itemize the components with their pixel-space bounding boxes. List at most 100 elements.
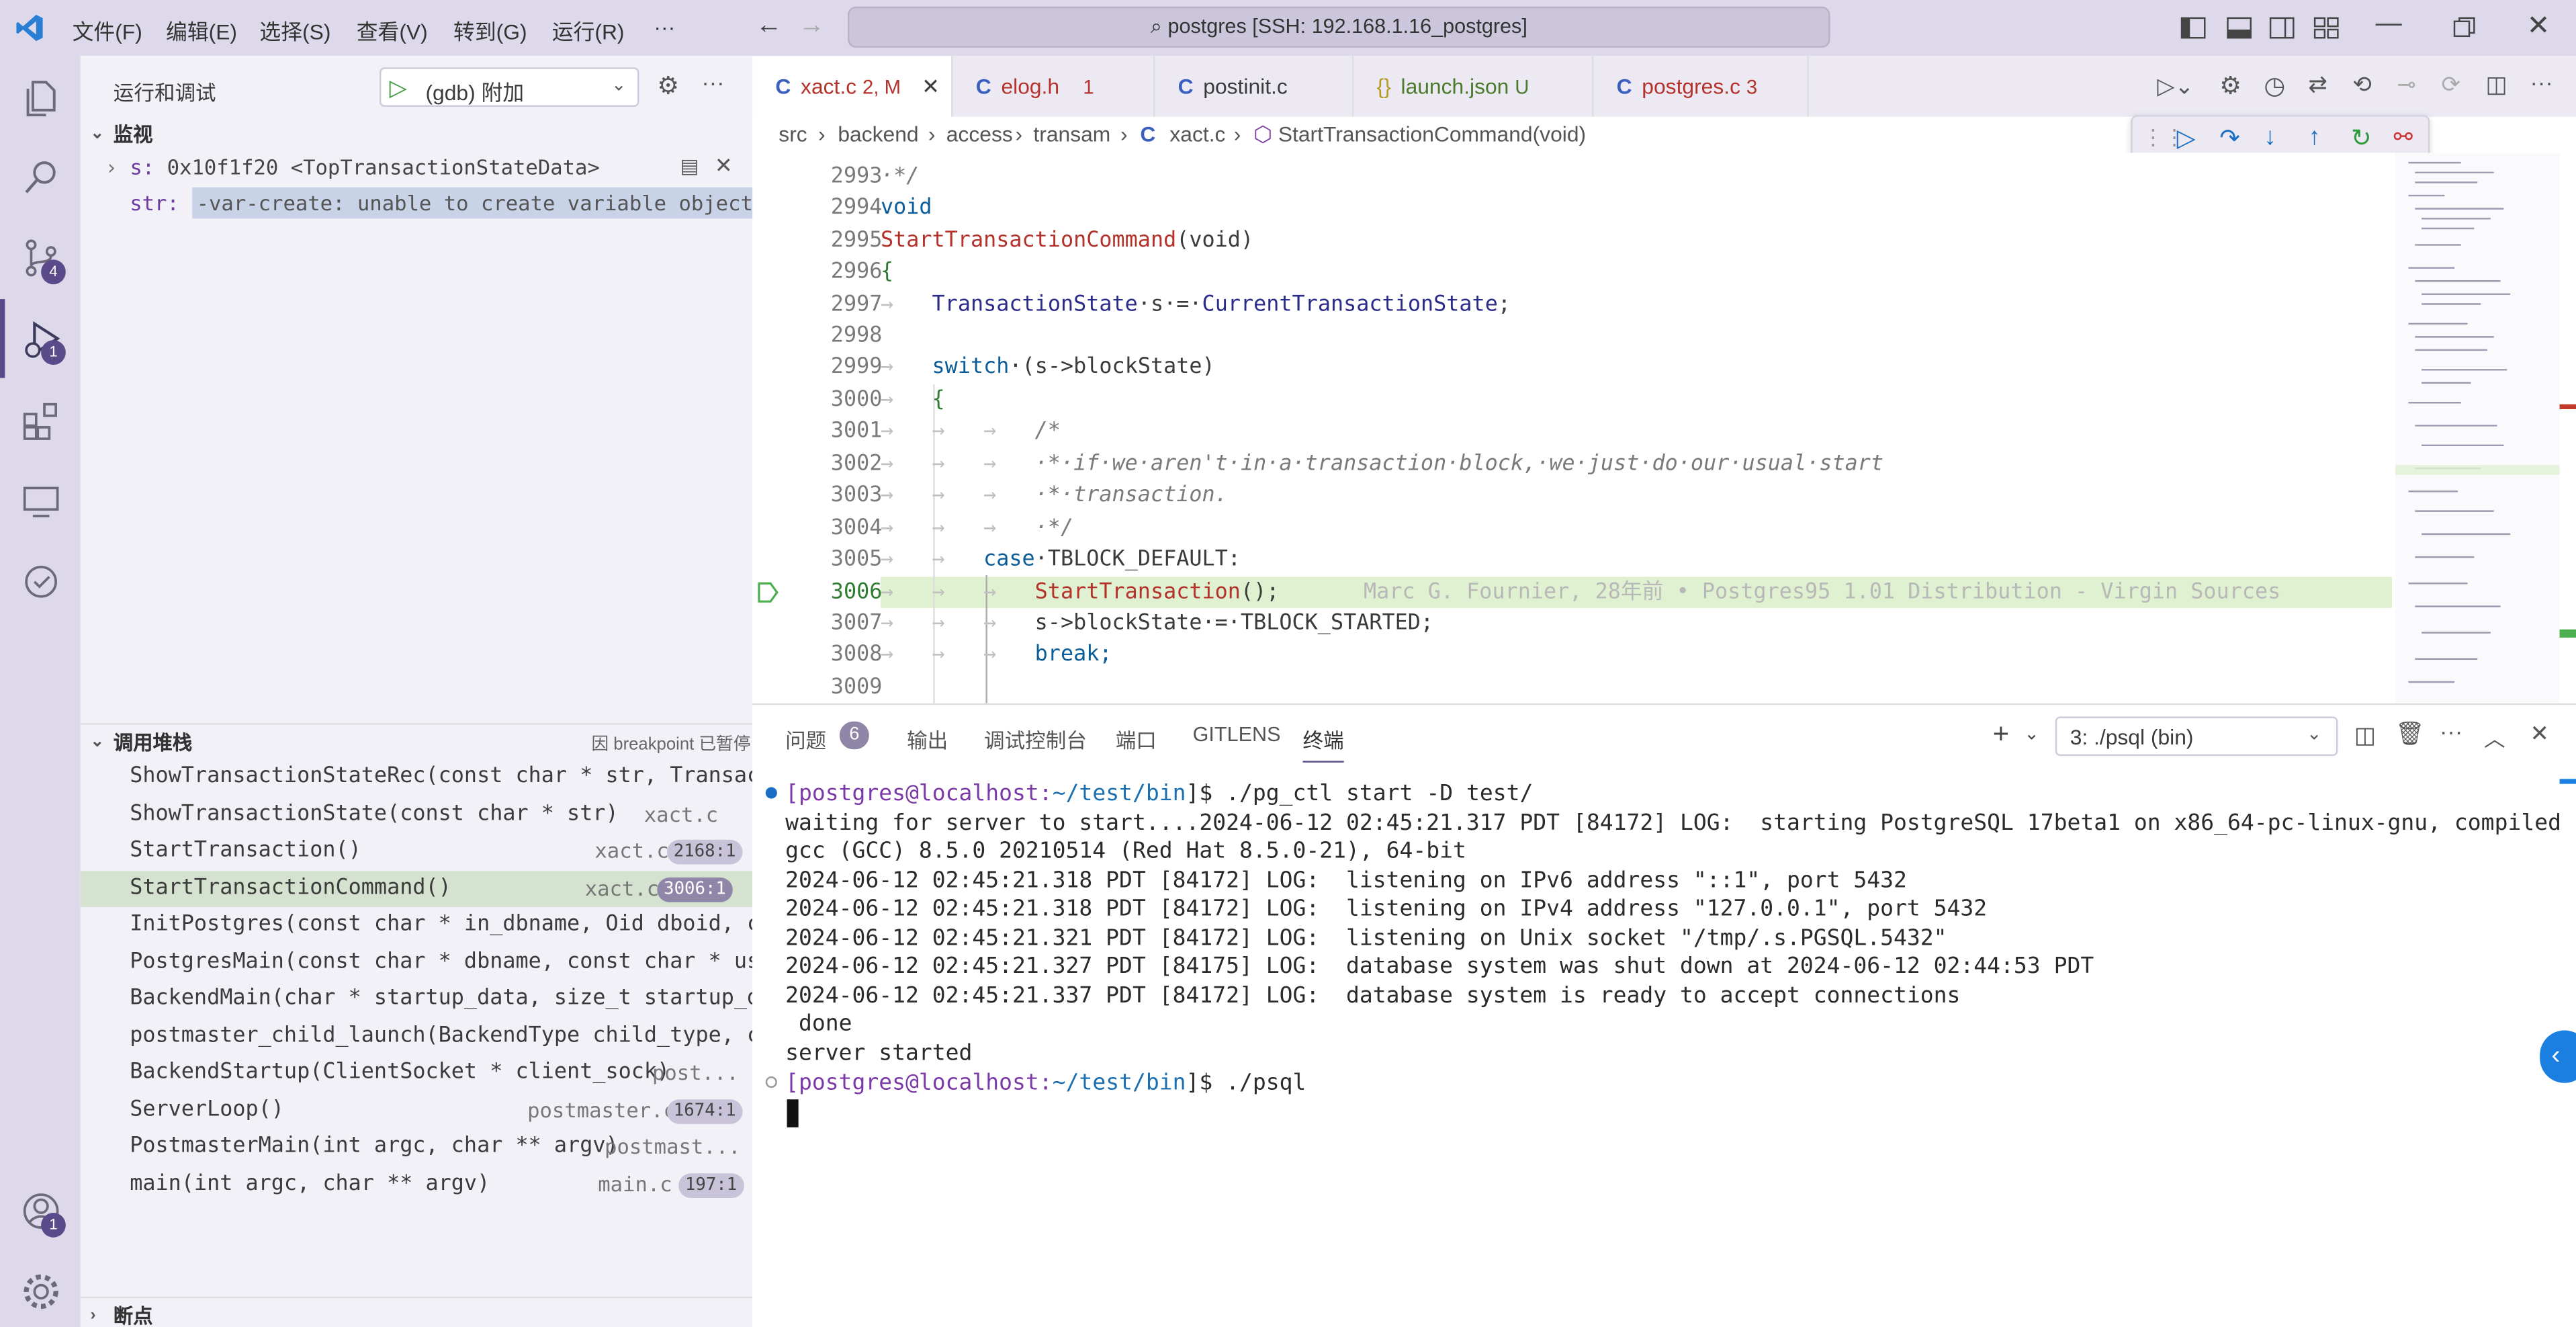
toggle-secondary-sidebar-icon[interactable] [2269, 15, 2295, 41]
trash-icon[interactable]: 🗑 [2395, 720, 2424, 748]
breadcrumb-file[interactable]: xact.c [1169, 117, 1225, 153]
tab-xact-c[interactable]: Cxact.c 2, M ✕ [752, 56, 953, 117]
tab-ports[interactable]: 端口 [1116, 723, 1157, 754]
tab-elog-h[interactable]: Celog.h 1 [953, 56, 1155, 117]
sidebar-header: 运行和调试 [113, 82, 216, 105]
stack-frame-selected[interactable]: StartTransactionCommand() xact.c 3006:1 [80, 871, 753, 908]
more-actions-icon[interactable]: ··· [701, 69, 724, 95]
tab-problems[interactable]: 问题 [785, 723, 826, 754]
stack-frame[interactable]: StartTransaction() xact.c 2168:1 [81, 833, 752, 869]
terminal-line: waiting for server to start....2024-06-1… [785, 810, 2576, 837]
toggle-panel-icon[interactable] [2226, 15, 2252, 41]
more-actions-icon[interactable]: ··· [2530, 69, 2553, 95]
breadcrumb-symbol[interactable]: StartTransactionCommand(void) [1278, 117, 1586, 153]
stack-frame[interactable]: InitPostgres(const char * in_dbname, Oid… [81, 907, 752, 943]
start-debug-icon[interactable]: ▷ [390, 74, 407, 102]
testing-icon[interactable] [19, 560, 62, 603]
chevron-down-icon[interactable]: ⌄ [2024, 723, 2039, 744]
menu-view[interactable]: 查看(V) [357, 15, 428, 46]
settings-gear-icon[interactable] [19, 1271, 62, 1314]
menu-file[interactable]: 文件(F) [73, 15, 142, 46]
terminal-line: [postgres@localhost:~/test/bin]$ ./psql [785, 1070, 1306, 1097]
stack-frame[interactable]: PostmasterMain(int argc, char ** argv) po… [81, 1129, 752, 1165]
search-view-icon[interactable] [19, 156, 62, 199]
stack-frame[interactable]: main(int argc, char ** argv) main.c 197:1 [81, 1167, 752, 1203]
stack-frame[interactable]: ServerLoop() postmaster.c 1674:1 [81, 1093, 752, 1129]
split-editor-icon[interactable]: ◫ [2485, 71, 2507, 99]
forward-arrow-icon[interactable]: → [799, 11, 825, 41]
watch-section-header[interactable]: ⌄ 监视 [81, 117, 752, 153]
tab-launch-json[interactable]: {} launch.json U [1353, 56, 1594, 117]
tab-postinit-c[interactable]: Cpostinit.c [1155, 56, 1354, 117]
frame-file: xact.c [594, 838, 669, 863]
extensions-icon[interactable] [19, 399, 62, 442]
next-change-icon[interactable]: ⟳ [2441, 71, 2460, 99]
stack-frame[interactable]: ShowTransactionStateRec(const char * str… [81, 759, 752, 796]
tab-debug-console[interactable]: 调试控制台 [984, 723, 1087, 754]
compare-icon[interactable]: ⇄ [2308, 71, 2327, 99]
terminal-select[interactable]: 3: ./psql (bin) ⌄ [2055, 716, 2338, 757]
command-center-search[interactable]: ⌕ postgres [SSH: 192.168.1.16_postgres] [848, 6, 1830, 48]
breadcrumb-transam[interactable]: transam [1033, 117, 1110, 153]
menu-run[interactable]: 运行(R) [552, 15, 625, 46]
disconnect-icon[interactable]: ⚯ [2394, 123, 2413, 151]
minimap[interactable] [2395, 153, 2560, 703]
copy-icon[interactable]: ▤ [680, 155, 699, 177]
debug-config-label: (gdb) 附加 [425, 80, 525, 105]
stack-frame[interactable]: postmaster_child_launch(BackendType chil… [81, 1019, 752, 1055]
close-window-icon[interactable]: ✕ [2527, 10, 2550, 43]
tab-output[interactable]: 输出 [907, 723, 948, 754]
watch-item-value[interactable]: -var-create: unable to create variable o… [191, 187, 758, 219]
tab-label: elog.h [1001, 74, 1060, 99]
chevron-right-icon: › [105, 154, 118, 179]
chevron-down-icon: ⌄ [2306, 724, 2322, 744]
code-line: 3004 → → → ·*/ [830, 515, 1074, 541]
tab-postgres-c[interactable]: Cpostgres.c 3 [1593, 56, 1809, 117]
code-line: 3005 → → case·TBLOCK_DEFAULT: [830, 547, 1241, 572]
maximize-panel-icon[interactable]: ︿ [2484, 722, 2505, 753]
toggle-sidebar-icon[interactable] [2180, 15, 2207, 41]
timeline-icon[interactable]: ◷ [2264, 71, 2285, 101]
remove-watch-icon[interactable]: ✕ [715, 153, 733, 179]
breadcrumb-access[interactable]: access [946, 117, 1013, 153]
frame-function: main(int argc, char ** argv) [130, 1171, 490, 1197]
customize-layout-icon[interactable] [2313, 15, 2340, 41]
more-actions-icon[interactable]: ··· [2440, 718, 2462, 744]
run-dropdown-icon[interactable]: ▷⌄ [2157, 73, 2194, 101]
close-panel-icon[interactable]: ✕ [2530, 720, 2550, 748]
stack-frame[interactable]: PostgresMain(const char * dbname, const … [81, 945, 752, 981]
menu-go[interactable]: 转到(G) [453, 15, 527, 46]
split-terminal-icon[interactable]: ◫ [2354, 722, 2376, 750]
watch-item[interactable]: str: -var-create: unable to create varia… [130, 187, 758, 219]
watch-item[interactable]: › s: 0x10f1f20 <TopTransactionStateData> [105, 155, 600, 179]
menu-selection[interactable]: 选择(S) [259, 15, 330, 46]
open-changes-icon[interactable]: ⊸ [2397, 71, 2416, 99]
frame-line-badge: 197:1 [678, 1173, 744, 1198]
back-arrow-icon[interactable]: ← [756, 11, 782, 41]
debug-settings-gear-icon[interactable]: ⚙ [657, 71, 679, 101]
breadcrumb-src[interactable]: src [779, 117, 807, 153]
tab-gitlens[interactable]: GITLENS [1193, 723, 1281, 746]
previous-change-icon[interactable]: ⟲ [2352, 71, 2372, 99]
frame-function: PostmasterMain(int argc, char ** argv) [130, 1133, 619, 1159]
new-terminal-plus-icon[interactable]: + [1993, 718, 2009, 751]
tab-terminal[interactable]: 终端 [1302, 723, 1344, 763]
code-line: 2993 ·*/ [830, 164, 920, 189]
stack-frame[interactable]: BackendMain(char * startup_data, size_t … [81, 981, 752, 1017]
chevron-down-icon: ⌄ [90, 732, 105, 751]
tab-label: postinit.c [1203, 74, 1288, 99]
stack-frame[interactable]: BackendStartup(ClientSocket * client_soc… [81, 1055, 752, 1091]
restore-icon[interactable] [2453, 16, 2476, 39]
command-decoration-icon [765, 1076, 777, 1088]
explorer-icon[interactable] [19, 77, 62, 120]
debug-config-select[interactable]: ▷ (gdb) 附加 ⌄ [379, 67, 639, 107]
stack-frame[interactable]: ShowTransactionState(const char * str) xa… [81, 797, 752, 833]
minimize-icon[interactable]: — [2376, 10, 2402, 40]
remote-explorer-icon[interactable] [19, 480, 62, 523]
close-tab-icon[interactable]: ✕ [922, 56, 940, 116]
settings-icon[interactable]: ⚙ [2219, 71, 2241, 101]
menu-more[interactable]: ··· [654, 15, 675, 40]
menu-edit[interactable]: 编辑(E) [166, 15, 237, 46]
breadcrumb-backend[interactable]: backend [838, 117, 918, 153]
breakpoints-section-header[interactable]: › 断点 [80, 1296, 753, 1327]
